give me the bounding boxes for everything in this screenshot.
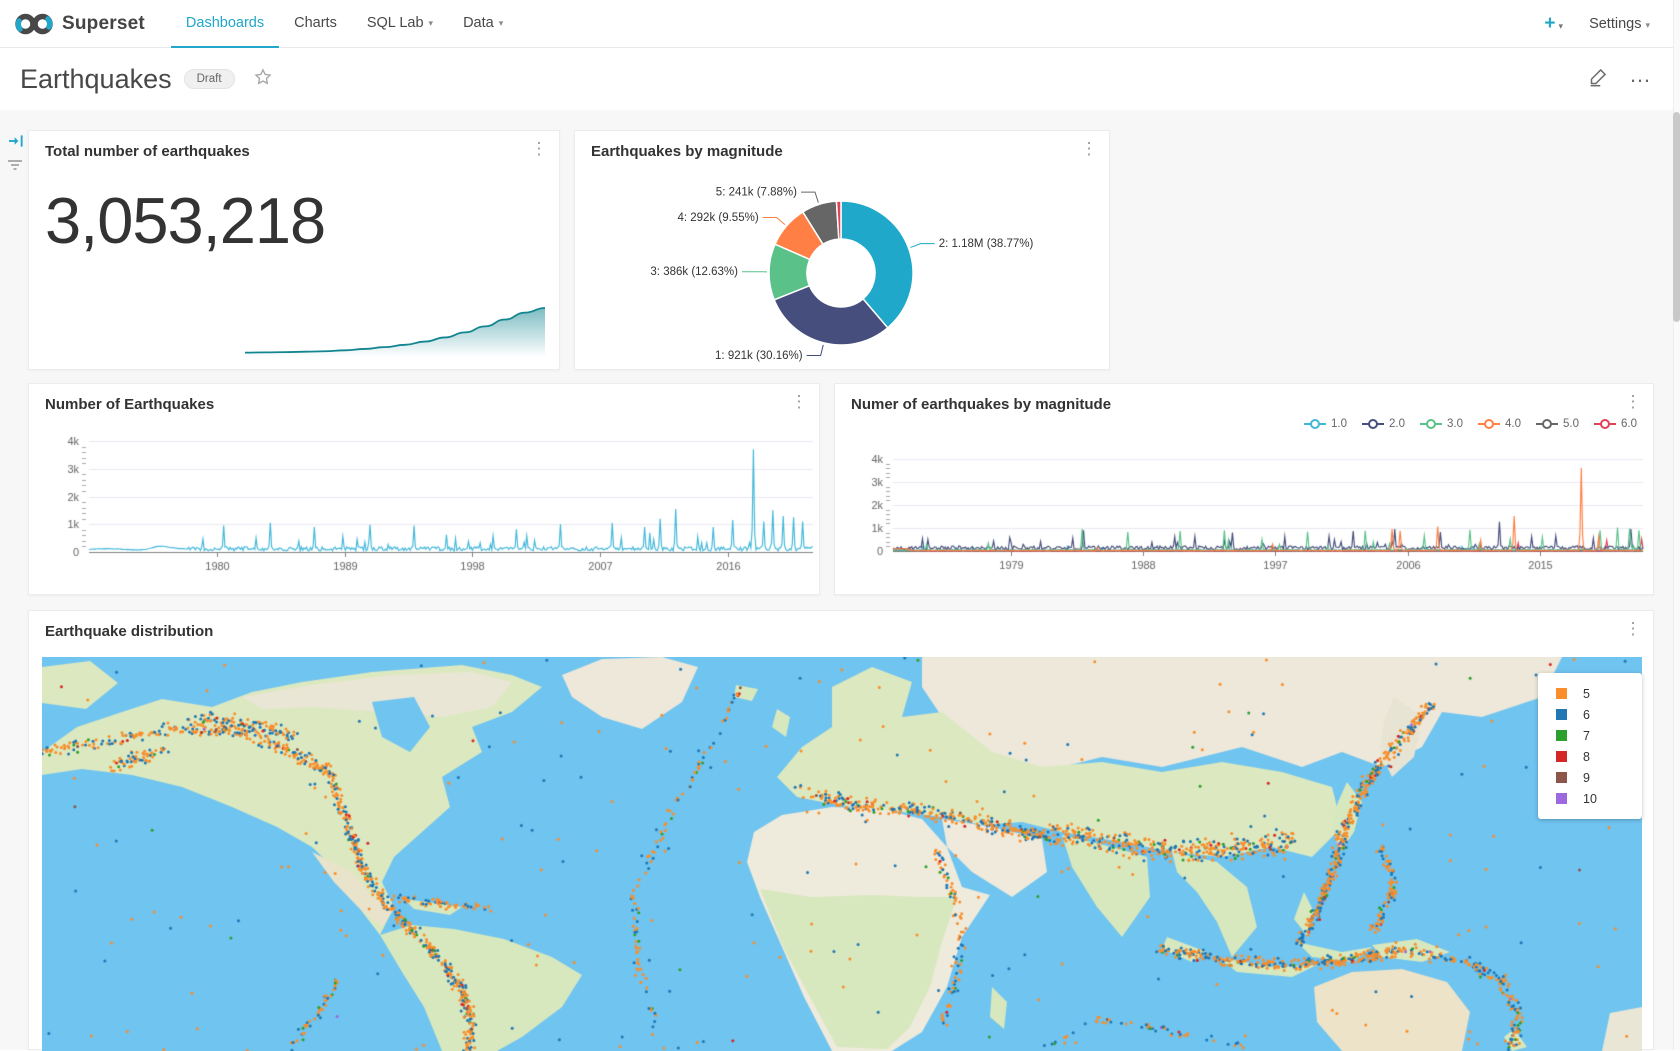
magnitude-donut-chart[interactable]: 2: 1.18M (38.77%) 1: 921k (30.16%) 3: 386k… xyxy=(575,131,1111,371)
legend-item-1.0[interactable]: 1.0 xyxy=(1304,418,1347,430)
kebab-menu-icon[interactable]: ⋮ xyxy=(1079,139,1099,159)
donut-label-leader xyxy=(910,244,934,248)
legend-swatch xyxy=(1556,751,1567,762)
map-legend: 5678910 xyxy=(1538,673,1642,819)
nav-item-sql-lab[interactable]: SQL Lab▾ xyxy=(352,0,448,48)
card-earthquake-distribution: Earthquake distribution ⋮ 5678910 xyxy=(28,610,1654,1050)
donut-label-leader xyxy=(801,192,818,202)
more-actions-icon[interactable]: … xyxy=(1629,70,1652,88)
donut-slice-label: 1: 921k (30.16%) xyxy=(715,350,803,362)
chart-title: Numer of earthquakes by magnitude xyxy=(851,396,1111,413)
legend-swatch xyxy=(1556,793,1567,804)
caret-down-icon: ▾ xyxy=(499,16,504,29)
donut-label-leader xyxy=(807,345,824,356)
nav-item-data[interactable]: Data▾ xyxy=(448,0,518,48)
page-title: Earthquakes xyxy=(20,64,172,95)
donut-slice-label: 4: 292k (9.55%) xyxy=(677,212,758,224)
superset-logo[interactable]: Superset xyxy=(0,11,145,37)
caret-down-icon: ▾ xyxy=(429,16,434,29)
scrollbar-thumb[interactable] xyxy=(1673,112,1680,322)
card-earthquakes-by-magnitude: Earthquakes by magnitude ⋮ 2: 1.18M (38.… xyxy=(574,130,1110,370)
chart-title: Number of Earthquakes xyxy=(45,396,214,413)
brand-name: Superset xyxy=(62,13,145,35)
map-legend-item-7: 7 xyxy=(1556,725,1642,746)
legend-swatch xyxy=(1556,709,1567,720)
card-number-of-earthquakes: Number of Earthquakes ⋮ xyxy=(28,383,820,595)
card-earthquakes-by-magnitude-lines: Numer of earthquakes by magnitude ⋮ 1.0 2… xyxy=(834,383,1654,595)
legend-item-2.0[interactable]: 2.0 xyxy=(1362,418,1405,430)
collapse-panel-icon[interactable] xyxy=(9,134,24,153)
page-scrollbar[interactable] xyxy=(1673,0,1680,1050)
chart-title: Total number of earthquakes xyxy=(45,143,250,160)
map-legend-item-6: 6 xyxy=(1556,704,1642,725)
favorite-star-icon[interactable] xyxy=(253,67,273,92)
dashboard-header: Earthquakes Draft … xyxy=(0,48,1680,110)
donut-label-leader xyxy=(763,217,785,224)
chart-title: Earthquake distribution xyxy=(45,623,213,640)
nav-item-dashboards[interactable]: Dashboards xyxy=(171,0,279,48)
kebab-menu-icon[interactable]: ⋮ xyxy=(1623,619,1643,639)
legend-item-5.0[interactable]: 5.0 xyxy=(1536,418,1579,430)
top-nav: Superset DashboardsChartsSQL Lab▾Data▾ +… xyxy=(0,0,1680,48)
nav-menu: DashboardsChartsSQL Lab▾Data▾ xyxy=(171,0,518,48)
legend-item-3.0[interactable]: 3.0 xyxy=(1420,418,1463,430)
map-legend-item-5: 5 xyxy=(1556,683,1642,704)
world-map[interactable] xyxy=(42,657,1642,1051)
kebab-menu-icon[interactable]: ⋮ xyxy=(789,392,809,412)
map-legend-item-10: 10 xyxy=(1556,788,1642,809)
chart-title: Earthquakes by magnitude xyxy=(591,143,783,160)
status-badge: Draft xyxy=(184,69,235,89)
big-number-value: 3,053,218 xyxy=(45,183,325,258)
dashboard-body: Total number of earthquakes ⋮ 3,053,218 … xyxy=(0,110,1680,1050)
earthquake-count-chart[interactable] xyxy=(29,384,821,596)
caret-down-icon: ▾ xyxy=(1645,20,1650,30)
settings-menu[interactable]: Settings▾ xyxy=(1589,16,1650,32)
magnitude-lines-chart[interactable] xyxy=(835,384,1655,596)
legend-swatch xyxy=(1556,730,1567,741)
donut-slice-label: 3: 386k (12.63%) xyxy=(650,266,738,278)
edit-pencil-icon[interactable] xyxy=(1588,66,1609,92)
legend-marker-icon xyxy=(1362,418,1384,430)
legend-swatch xyxy=(1556,688,1567,699)
legend-item-6.0[interactable]: 6.0 xyxy=(1594,418,1637,430)
legend-swatch xyxy=(1556,772,1567,783)
legend-marker-icon xyxy=(1478,418,1500,430)
superset-infinity-icon xyxy=(14,11,54,37)
legend-marker-icon xyxy=(1420,418,1442,430)
kebab-menu-icon[interactable]: ⋮ xyxy=(1623,392,1643,412)
kebab-menu-icon[interactable]: ⋮ xyxy=(529,139,549,159)
legend-item-4.0[interactable]: 4.0 xyxy=(1478,418,1521,430)
map-legend-item-8: 8 xyxy=(1556,746,1642,767)
card-total-earthquakes: Total number of earthquakes ⋮ 3,053,218 xyxy=(28,130,560,370)
donut-slice-label: 5: 241k (7.88%) xyxy=(716,187,797,199)
new-button[interactable]: +▾ xyxy=(1544,13,1563,35)
filter-icon[interactable] xyxy=(7,158,23,176)
caret-down-icon: ▾ xyxy=(1559,21,1564,31)
trend-sparkline xyxy=(245,303,545,357)
legend-marker-icon xyxy=(1304,418,1326,430)
map-legend-item-9: 9 xyxy=(1556,767,1642,788)
nav-item-charts[interactable]: Charts xyxy=(279,0,352,48)
donut-slice-label: 2: 1.18M (38.77%) xyxy=(939,238,1034,250)
chart-legend: 1.0 2.0 3.0 4.0 5.0 6.0 xyxy=(1304,418,1637,430)
legend-marker-icon xyxy=(1536,418,1558,430)
legend-marker-icon xyxy=(1594,418,1616,430)
